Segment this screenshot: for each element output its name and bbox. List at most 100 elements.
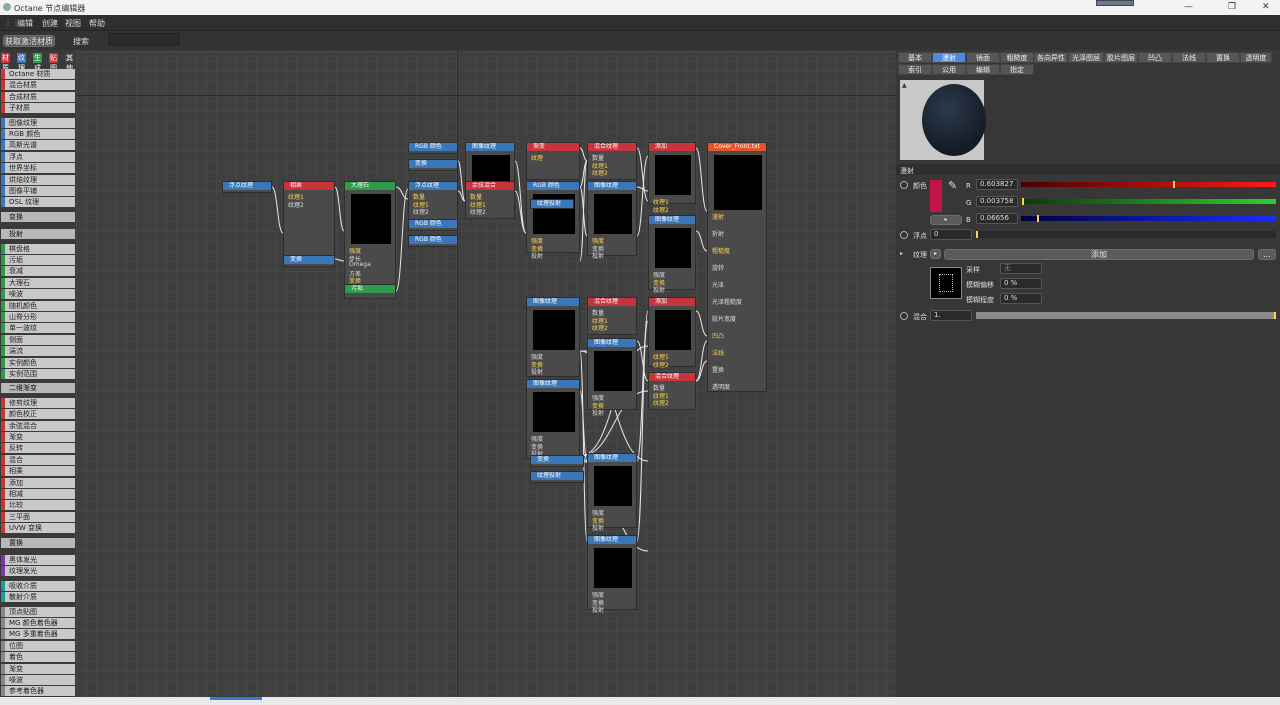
node-title[interactable]: 污垢 bbox=[345, 285, 395, 293]
node-0[interactable]: 浮点纹理 bbox=[222, 181, 272, 193]
node-input-pin[interactable]: 纹理2 bbox=[592, 168, 608, 177]
palette-item-33[interactable]: 相乘 bbox=[1, 466, 75, 477]
node-23[interactable]: 图像纹理 强度 变换 投射 bbox=[587, 338, 637, 417]
tab-0[interactable]: 基本 bbox=[898, 52, 932, 63]
menu-create[interactable]: 创建 bbox=[42, 18, 58, 29]
node-21[interactable]: 混合纹理 数量 纹理1 纹理2 bbox=[587, 297, 637, 335]
node-2[interactable]: 变换 bbox=[283, 255, 335, 267]
palette-item-4[interactable]: 图像纹理 bbox=[1, 117, 75, 128]
tab-6[interactable]: 胶片图层 bbox=[1104, 52, 1138, 63]
node-input-pin[interactable]: 投射 bbox=[592, 605, 604, 614]
node-title[interactable]: 混合纹理 bbox=[588, 143, 636, 151]
node-title[interactable]: 渐变 bbox=[527, 143, 579, 151]
node-15[interactable]: 混合纹理 数量 纹理1 纹理2 bbox=[587, 142, 637, 180]
palette-item-41[interactable]: 纹理发光 bbox=[1, 566, 75, 577]
palette-item-47[interactable]: 位图 bbox=[1, 640, 75, 651]
palette-item-16[interactable]: 衰减 bbox=[1, 266, 75, 277]
node-title[interactable]: 浮点纹理 bbox=[409, 182, 457, 190]
palette-item-49[interactable]: 渐变 bbox=[1, 663, 75, 674]
node-input-pin[interactable]: 法线 bbox=[712, 348, 724, 357]
palette-item-12[interactable]: 变换 bbox=[1, 211, 75, 222]
node-6[interactable]: 变换 bbox=[408, 159, 458, 171]
node-1[interactable]: 相乘 纹理1 纹理2 bbox=[283, 181, 335, 266]
node-9[interactable]: RGB 颜色 bbox=[408, 235, 458, 247]
palette-item-10[interactable]: 图像平铺 bbox=[1, 186, 75, 196]
node-input-pin[interactable]: 凹凸 bbox=[712, 331, 724, 340]
node-input-pin[interactable]: 纹理2 bbox=[288, 200, 304, 209]
node-input-pin[interactable]: 粗糙度 bbox=[712, 246, 730, 255]
palette-item-25[interactable]: 实例范围 bbox=[1, 369, 75, 379]
node-input-pin[interactable]: 光泽粗糙度 bbox=[712, 297, 742, 306]
category-0[interactable]: 材质 bbox=[1, 53, 10, 72]
add-texture-button[interactable]: 添加 bbox=[944, 249, 1254, 260]
node-input-pin[interactable]: 纹理2 bbox=[653, 398, 669, 407]
palette-item-37[interactable]: 三平面 bbox=[1, 511, 75, 522]
palette-item-31[interactable]: 反转 bbox=[1, 443, 75, 454]
tab-9[interactable]: 置换 bbox=[1206, 52, 1240, 63]
node-title[interactable]: 添加 bbox=[649, 298, 695, 306]
sampling-select[interactable]: 无 bbox=[1000, 263, 1042, 274]
palette-item-36[interactable]: 比较 bbox=[1, 500, 75, 511]
node-29[interactable]: 图像纹理 强度 变换 投射 bbox=[587, 535, 637, 614]
node-title[interactable]: RGB 颜色 bbox=[409, 220, 457, 228]
node-input-pin[interactable]: 旋转 bbox=[712, 263, 724, 272]
palette-item-39[interactable]: 置换 bbox=[1, 537, 75, 548]
palette-item-8[interactable]: 世界坐标 bbox=[1, 163, 75, 174]
tab-4[interactable]: 各向异性 bbox=[1034, 52, 1068, 63]
blur-level-field[interactable]: 0 % bbox=[1000, 293, 1042, 304]
node-24[interactable]: 图像纹理强度变换投射 bbox=[526, 379, 580, 459]
b-value-field[interactable]: 0.06656 bbox=[976, 213, 1018, 224]
node-title[interactable]: 图像纹理 bbox=[588, 339, 636, 347]
category-3[interactable]: 贴图 bbox=[49, 53, 58, 72]
node-input-pin[interactable]: 光泽 bbox=[712, 280, 724, 289]
palette-item-9[interactable]: 烘焙纹理 bbox=[1, 174, 75, 185]
mix-value-field[interactable]: 1. bbox=[930, 310, 972, 321]
float-radio[interactable] bbox=[900, 231, 908, 239]
node-input-pin[interactable]: 投射 bbox=[592, 251, 604, 260]
palette-item-42[interactable]: 吸收介质 bbox=[1, 580, 75, 591]
palette-item-0[interactable]: Octane 材质 bbox=[1, 69, 75, 79]
tab-3[interactable]: 粗糙度 bbox=[1000, 52, 1034, 63]
node-title[interactable]: 图像纹理 bbox=[527, 298, 579, 306]
node-title[interactable]: 图像纹理 bbox=[527, 380, 579, 388]
node-input-pin[interactable]: 投射 bbox=[531, 367, 543, 376]
node-input-pin[interactable]: 透明度 bbox=[712, 382, 730, 391]
menu-view[interactable]: 视图 bbox=[65, 18, 81, 29]
node-input-pin[interactable]: 纹理 bbox=[531, 153, 543, 162]
tab2-3[interactable]: 指定 bbox=[1000, 64, 1034, 75]
node-title[interactable]: 变换 bbox=[409, 160, 457, 168]
palette-item-51[interactable]: 参考着色器 bbox=[1, 686, 75, 697]
palette-item-23[interactable]: 湍流 bbox=[1, 346, 75, 357]
node-title[interactable]: RGB 颜色 bbox=[409, 236, 457, 244]
category-1[interactable]: 纹理 bbox=[17, 53, 26, 72]
mix-slider[interactable] bbox=[976, 312, 1276, 319]
node-20[interactable]: 图像纹理 强度 变换 投射 bbox=[526, 297, 580, 377]
palette-item-11[interactable]: OSL 纹理 bbox=[1, 197, 75, 208]
search-input[interactable] bbox=[108, 33, 180, 46]
color-swatch[interactable] bbox=[930, 180, 942, 212]
preview-arrow-icon[interactable]: ▲ bbox=[902, 82, 907, 89]
r-slider[interactable] bbox=[1021, 181, 1276, 188]
palette-item-3[interactable]: 子材质 bbox=[1, 103, 75, 114]
get-active-material-button[interactable]: 获取激活材质 bbox=[3, 35, 55, 47]
float-value-field[interactable]: 0 bbox=[930, 229, 972, 240]
restore-button[interactable]: ❐ bbox=[1228, 2, 1236, 12]
node-input-pin[interactable]: 纹理2 bbox=[653, 360, 669, 369]
palette-item-17[interactable]: 大理石 bbox=[1, 277, 75, 288]
node-title[interactable]: RGB 颜色 bbox=[527, 182, 579, 190]
palette-item-13[interactable]: 投射 bbox=[1, 229, 75, 240]
palette-item-24[interactable]: 实例颜色 bbox=[1, 357, 75, 368]
palette-item-15[interactable]: 污垢 bbox=[1, 255, 75, 265]
node-19[interactable]: Cover_Front.txt 漫射 折射 粗糙度 旋转 光泽 光泽粗糙度 胶片宽度 凹凸 法线置… bbox=[707, 142, 767, 392]
palette-item-43[interactable]: 散射介质 bbox=[1, 592, 75, 603]
palette-item-44[interactable]: 顶点贴图 bbox=[1, 606, 75, 617]
node-title[interactable]: 添加 bbox=[649, 143, 695, 151]
palette-item-2[interactable]: 合成材质 bbox=[1, 91, 75, 102]
node-title[interactable]: 变换 bbox=[284, 256, 334, 264]
node-27[interactable]: 纹理投射 bbox=[530, 471, 584, 483]
b-slider[interactable] bbox=[1021, 215, 1276, 222]
node-input-pin[interactable]: 胶片宽度 bbox=[712, 314, 736, 323]
node-25[interactable]: 混合纹理 数量 纹理1 纹理2 bbox=[648, 372, 696, 410]
node-title[interactable]: 纹理投射 bbox=[531, 472, 583, 480]
g-value-field[interactable]: 0.003758 bbox=[976, 196, 1018, 207]
